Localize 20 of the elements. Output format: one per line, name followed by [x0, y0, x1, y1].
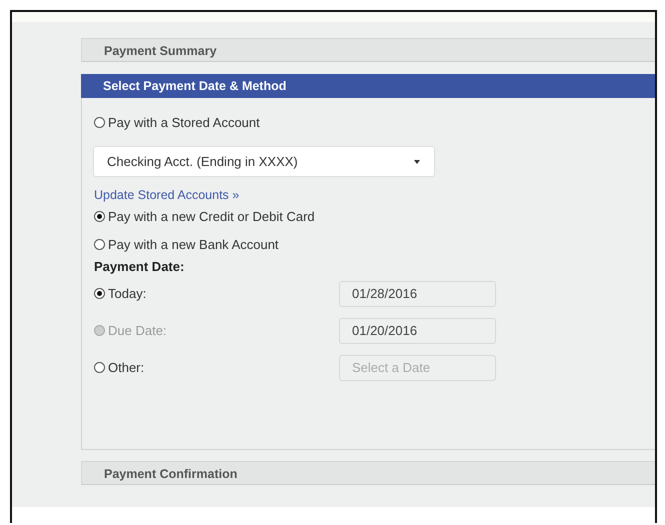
- caret-icon: [414, 160, 420, 164]
- radio-button[interactable]: [94, 238, 105, 250]
- radio-label: Pay with a Stored Account: [108, 114, 260, 130]
- account-dropdown[interactable]: Checking Acct. (Ending in XXXX): [93, 146, 435, 177]
- radio-label: Pay with a new Credit or Debit Card: [108, 208, 315, 224]
- radio-label: Pay with a new Bank Account: [108, 236, 279, 252]
- radio-button[interactable]: [94, 288, 105, 299]
- update-accounts-link[interactable]: Update Stored Accounts »: [94, 188, 240, 202]
- section-header[interactable]: Payment Summary: [81, 38, 655, 62]
- payment-date-label: Payment Date:: [94, 259, 186, 274]
- date-field[interactable]: 01/28/2016: [339, 280, 496, 306]
- section-header[interactable]: Payment Confirmation: [81, 461, 655, 485]
- radio-label: Today:: [108, 286, 146, 301]
- date-field[interactable]: Select a Date: [339, 354, 496, 380]
- radio-label: Other:: [108, 360, 144, 375]
- radio-label: Due Date:: [108, 323, 167, 338]
- section-header[interactable]: Select Payment Date & Method: [81, 74, 655, 98]
- radio-button[interactable]: [94, 210, 105, 222]
- radio-button[interactable]: [94, 116, 105, 128]
- radio-button[interactable]: [94, 362, 105, 373]
